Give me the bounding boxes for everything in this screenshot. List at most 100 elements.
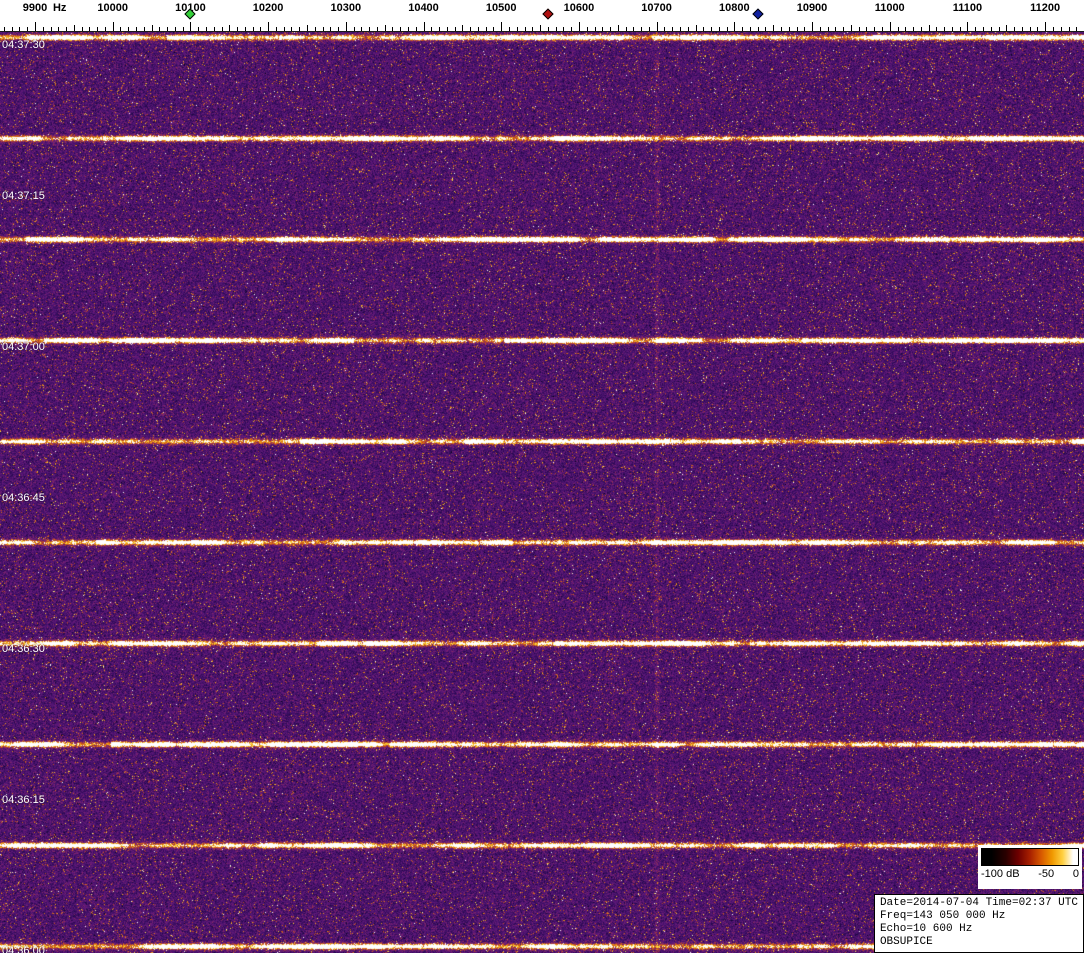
ruler-frequency-label: 10800 (719, 2, 750, 14)
ruler-tick (353, 27, 355, 31)
ruler-tick (415, 27, 417, 31)
ruler-tick (827, 27, 829, 31)
colorbar-label-mid: -50 (1038, 868, 1055, 880)
time-axis-label: 04:36:45 (2, 492, 45, 504)
ruler-tick (73, 25, 75, 31)
ruler-tick (493, 27, 495, 31)
ruler-tick (1021, 27, 1023, 31)
ruler-frequency-label: 9900 (22, 2, 48, 14)
ruler-tick (120, 27, 122, 31)
ruler-tick (229, 25, 231, 31)
ruler-tick (547, 27, 549, 31)
ruler-tick (913, 27, 914, 31)
frequency-marker-red-diamond-icon[interactable] (542, 8, 554, 20)
time-axis-label: 04:36:00 (2, 945, 45, 953)
ruler-tick (3, 27, 5, 31)
ruler-tick (136, 27, 137, 31)
ruler-tick (532, 27, 534, 31)
ruler-tick (1052, 27, 1054, 31)
ruler-frequency-label: 10200 (252, 2, 284, 14)
ruler-tick (330, 27, 332, 31)
spectrogram-canvas (0, 32, 1084, 953)
ruler-tick (431, 27, 433, 31)
ruler-frequency-label: 10400 (408, 2, 439, 14)
ruler-tick (843, 27, 845, 31)
ruler-tick (648, 27, 650, 31)
info-date-time: Date=2014-07-04 Time=02:37 UTC (879, 897, 1078, 909)
frequency-ruler: 9900100001010010200103001040010500106001… (0, 0, 1084, 32)
ruler-tick (617, 25, 619, 31)
ruler-tick (936, 27, 938, 31)
ruler-tick (889, 22, 891, 31)
ruler-tick (27, 27, 29, 31)
ruler-tick (757, 27, 759, 31)
ruler-tick (858, 27, 860, 31)
ruler-frequency-label: 10300 (330, 2, 362, 14)
ruler-tick (400, 27, 402, 31)
ruler-tick (726, 27, 728, 31)
ruler-tick (765, 27, 767, 31)
ruler-tick (718, 27, 720, 31)
ruler-tick (112, 22, 114, 31)
ruler-tick (578, 22, 580, 31)
ruler-frequency-label: 10700 (641, 2, 672, 14)
ruler-tick (866, 27, 868, 31)
waterfall-display: -100 dB -50 0 Date=2014-07-04 Time=02:37… (0, 0, 1084, 953)
ruler-tick (509, 27, 510, 31)
ruler-tick (89, 27, 91, 31)
ruler-tick (1076, 27, 1078, 31)
ruler-tick (656, 22, 658, 31)
ruler-tick (920, 27, 922, 31)
ruler-tick (804, 27, 806, 31)
ruler-tick (555, 27, 557, 31)
ruler-tick (260, 27, 262, 31)
ruler-frequency-label: 10900 (796, 2, 828, 14)
ruler-tick (687, 27, 689, 31)
colorbar-legend: -100 dB -50 0 (978, 845, 1082, 889)
ruler-tick (408, 27, 409, 31)
ruler-tick (446, 27, 448, 31)
frequency-marker-blue-diamond-icon[interactable] (751, 8, 764, 20)
ruler-tick (563, 27, 565, 31)
ruler-tick (850, 25, 852, 31)
ruler-tick (796, 27, 798, 31)
ruler-tick (641, 27, 643, 31)
ruler-tick (1029, 27, 1031, 31)
ruler-frequency-label: 10000 (97, 2, 128, 14)
ruler-tick (602, 27, 604, 31)
ruler-tick (967, 22, 969, 31)
time-axis-label: 04:37:30 (2, 39, 45, 51)
ruler-tick (291, 27, 293, 31)
colorbar-labels: -100 dB -50 0 (978, 867, 1082, 880)
ruler-tick (151, 25, 153, 31)
ruler-tick (1060, 27, 1062, 31)
time-axis-label: 04:37:15 (2, 190, 45, 202)
ruler-tick (874, 27, 876, 31)
ruler-tick (345, 22, 347, 31)
ruler-tick (1068, 27, 1070, 31)
ruler-tick (454, 27, 456, 31)
ruler-tick (159, 27, 161, 31)
status-info-box: Date=2014-07-04 Time=02:37 UTC Freq=143 … (873, 894, 1084, 953)
ruler-tick (439, 27, 440, 31)
ruler-tick (97, 27, 99, 31)
ruler-tick (540, 25, 542, 31)
ruler-tick (944, 27, 946, 31)
ruler-tick (66, 27, 68, 31)
ruler-frequency-label: 11200 (1030, 2, 1061, 14)
ruler-tick (625, 27, 627, 31)
ruler-tick (819, 27, 821, 31)
ruler-tick (975, 27, 977, 31)
ruler-tick (268, 22, 270, 31)
ruler-tick (58, 27, 60, 31)
ruler-tick (299, 27, 301, 31)
colorbar-gradient (981, 848, 1079, 866)
ruler-tick (742, 27, 744, 31)
ruler-tick (998, 27, 1000, 31)
ruler-tick (524, 27, 526, 31)
ruler-tick (633, 27, 635, 31)
ruler-tick (951, 27, 953, 31)
ruler-tick (128, 27, 130, 31)
info-frequency: Freq=143 050 000 Hz (879, 910, 1006, 922)
ruler-tick (50, 27, 52, 31)
